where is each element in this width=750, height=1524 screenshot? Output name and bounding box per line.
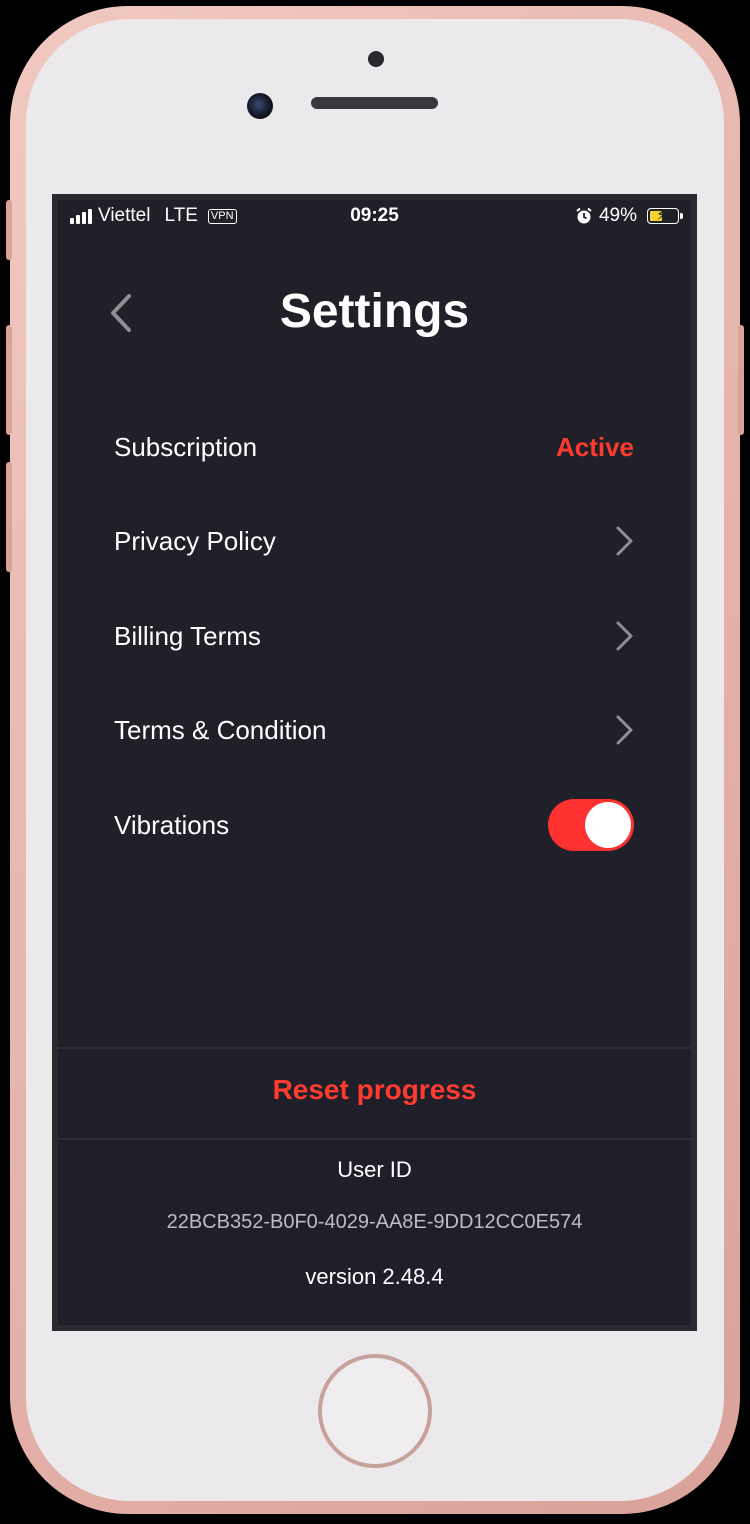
settings-row-subscription[interactable]: Subscription Active: [114, 417, 634, 477]
user-id-value: 22BCB352-B0F0-4029-AA8E-9DD12CC0E574: [166, 1211, 583, 1233]
vibrations-toggle[interactable]: [548, 799, 634, 851]
battery-icon: ⚡: [647, 207, 683, 224]
screen: Viettel LTE VPN 09:25 49% ⚡ Settings Sub…: [52, 194, 697, 1331]
battery-percent: 49%: [598, 205, 637, 226]
subscription-status: Active: [555, 431, 634, 462]
billing-terms-label: Billing Terms: [114, 620, 261, 651]
alarm-icon: [576, 207, 592, 224]
volume-up-button: [6, 325, 12, 435]
front-sensor: [368, 51, 384, 67]
earpiece-speaker: [311, 97, 438, 109]
settings-row-vibrations: Vibrations: [114, 795, 634, 855]
settings-row-billing-terms[interactable]: Billing Terms: [114, 606, 634, 666]
vibrations-label: Vibrations: [114, 809, 230, 840]
charging-bolt-icon: ⚡: [656, 207, 667, 224]
front-camera: [247, 93, 273, 119]
home-button[interactable]: [318, 1354, 432, 1468]
toggle-knob: [585, 802, 631, 848]
divider: [58, 1138, 691, 1140]
app-version: version 2.48.4: [305, 1264, 444, 1289]
privacy-policy-label: Privacy Policy: [114, 525, 276, 556]
page-title: Settings: [279, 285, 470, 338]
chevron-right-icon: [616, 715, 633, 745]
subscription-label: Subscription: [114, 431, 258, 462]
status-bar: Viettel LTE VPN 09:25 49% ⚡: [52, 194, 697, 238]
divider: [58, 1047, 691, 1049]
settings-row-terms-condition[interactable]: Terms & Condition: [114, 700, 634, 760]
user-id-label: User ID: [337, 1157, 412, 1182]
status-right: 49% ⚡: [575, 205, 683, 227]
volume-down-button: [6, 462, 12, 572]
terms-condition-label: Terms & Condition: [114, 714, 327, 745]
settings-row-privacy-policy[interactable]: Privacy Policy: [114, 511, 634, 571]
chevron-right-icon: [616, 621, 633, 651]
reset-progress-button[interactable]: Reset progress: [52, 1074, 697, 1106]
mute-switch: [6, 200, 12, 260]
power-button: [738, 325, 744, 435]
chevron-right-icon: [616, 526, 633, 556]
